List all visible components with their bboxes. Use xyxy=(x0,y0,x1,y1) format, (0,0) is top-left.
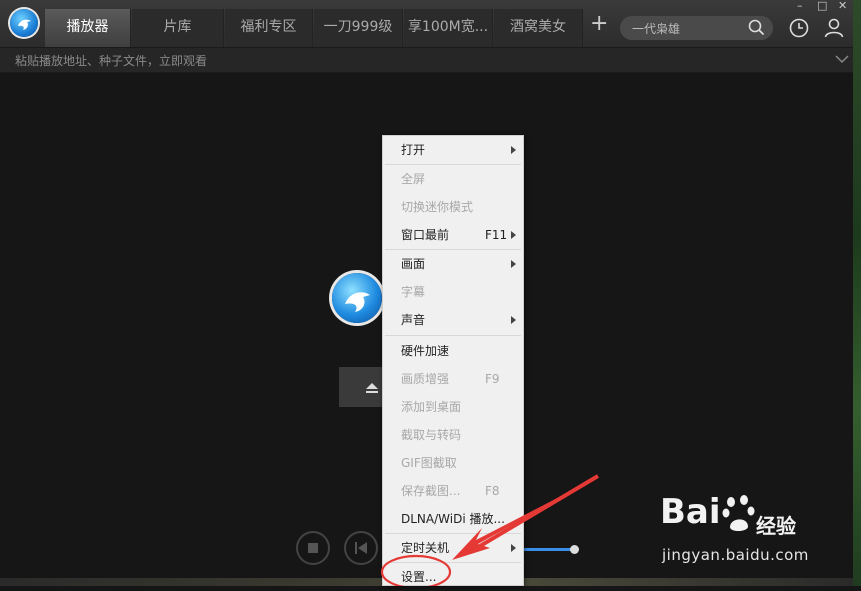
menu-item-fullscreen: 全屏 xyxy=(383,165,523,193)
menu-item-add-to-desktop: 添加到桌面 xyxy=(383,393,523,421)
menu-item-audio[interactable]: 声音 xyxy=(383,306,523,334)
menu-item-mini-mode: 切换迷你模式 xyxy=(383,193,523,221)
tab-game-promo[interactable]: 一刀999级 xyxy=(314,9,403,47)
menu-item-label: 设置... xyxy=(401,570,437,584)
menu-item-always-on-top[interactable]: 窗口最前 F11 xyxy=(383,221,523,249)
menu-item-subtitles: 字幕 xyxy=(383,278,523,306)
menu-item-timed-shutdown[interactable]: 定时关机 xyxy=(383,534,523,562)
previous-button[interactable] xyxy=(344,531,378,565)
menu-item-dlna-playback[interactable]: DLNA/WiDi 播放... xyxy=(383,505,523,533)
url-input[interactable] xyxy=(13,51,717,71)
stop-button[interactable] xyxy=(296,531,330,565)
menu-item-label: 画面 xyxy=(401,257,426,271)
chevron-down-icon[interactable] xyxy=(835,53,849,67)
menu-item-label: 截取与转码 xyxy=(401,428,462,442)
volume-slider-handle[interactable] xyxy=(570,545,579,554)
search-icon[interactable] xyxy=(748,19,765,39)
submenu-arrow-icon xyxy=(511,544,516,552)
address-bar xyxy=(0,48,853,73)
app-logo-icon[interactable] xyxy=(10,9,38,37)
history-clock-icon[interactable] xyxy=(789,18,809,41)
menu-item-label: 窗口最前 xyxy=(401,228,450,242)
search-box[interactable] xyxy=(620,16,773,40)
menu-item-label: 字幕 xyxy=(401,285,426,299)
menu-item-label: 硬件加速 xyxy=(401,344,450,358)
watermark-brand: Bai xyxy=(660,492,721,532)
menu-item-label: 添加到桌面 xyxy=(401,400,462,414)
maximize-button[interactable]: □ xyxy=(817,0,827,12)
menu-item-accelerator: F11 xyxy=(485,228,508,242)
submenu-arrow-icon xyxy=(511,231,516,239)
minimize-button[interactable]: – xyxy=(797,0,803,12)
submenu-arrow-icon xyxy=(511,260,516,268)
menu-item-settings[interactable]: 设置... xyxy=(383,563,523,591)
menu-item-label: GIF图截取 xyxy=(401,456,457,470)
stop-icon xyxy=(308,543,318,553)
menu-item-picture[interactable]: 画面 xyxy=(383,250,523,278)
menu-item-open[interactable]: 打开 xyxy=(383,136,523,164)
watermark-brand-cn: 经验 xyxy=(756,514,796,538)
baidu-paw-icon xyxy=(722,495,755,532)
menu-item-label: 画质增强 xyxy=(401,372,450,386)
submenu-arrow-icon xyxy=(511,146,516,154)
submenu-arrow-icon xyxy=(511,316,516,324)
menu-item-gif-capture: GIF图截取 xyxy=(383,449,523,477)
menu-item-label: 切换迷你模式 xyxy=(401,200,474,214)
menu-item-save-screenshot: 保存截图... F8 xyxy=(383,477,523,505)
open-file-button[interactable] xyxy=(339,367,383,407)
title-bar: 播放器 片库 福利专区 一刀999级 享100M宽... 酒窝美女 + – □ … xyxy=(0,0,853,48)
menu-item-accelerator: F8 xyxy=(485,484,500,498)
watermark-url: jingyan.baidu.com xyxy=(662,546,809,564)
previous-icon xyxy=(355,542,367,554)
menu-item-capture-transcode: 截取与转码 xyxy=(383,421,523,449)
context-menu: 打开 全屏 切换迷你模式 窗口最前 F11 画面 字幕 声音 硬件加速 画质增强 F… xyxy=(382,135,524,586)
search-input[interactable] xyxy=(630,18,744,40)
eject-icon xyxy=(366,383,378,393)
volume-slider[interactable] xyxy=(522,548,574,551)
menu-item-label: 声音 xyxy=(401,313,426,327)
player-logo-icon xyxy=(332,273,382,323)
menu-item-hardware-acceleration[interactable]: 硬件加速 xyxy=(383,337,523,365)
menu-item-label: 保存截图... xyxy=(401,484,461,498)
menu-item-label: 定时关机 xyxy=(401,541,450,555)
menu-item-label: 全屏 xyxy=(401,172,426,186)
menu-separator xyxy=(385,335,521,336)
menu-item-quality-enhance: 画质增强 F9 xyxy=(383,365,523,393)
add-tab-button[interactable]: + xyxy=(590,12,608,36)
menu-item-label: DLNA/WiDi 播放... xyxy=(401,512,505,526)
tab-broadband-promo[interactable]: 享100M宽... xyxy=(404,9,493,47)
menu-item-accelerator: F9 xyxy=(485,372,500,386)
menu-item-label: 打开 xyxy=(401,143,426,157)
user-account-icon[interactable] xyxy=(823,17,845,42)
tab-dimple-beauty[interactable]: 酒窝美女 xyxy=(494,9,583,47)
tab-welfare[interactable]: 福利专区 xyxy=(225,9,313,47)
tab-library[interactable]: 片库 xyxy=(132,9,224,47)
tab-player[interactable]: 播放器 xyxy=(45,9,131,47)
desktop-background-edge xyxy=(853,0,861,586)
close-button[interactable]: ✕ xyxy=(838,0,847,12)
